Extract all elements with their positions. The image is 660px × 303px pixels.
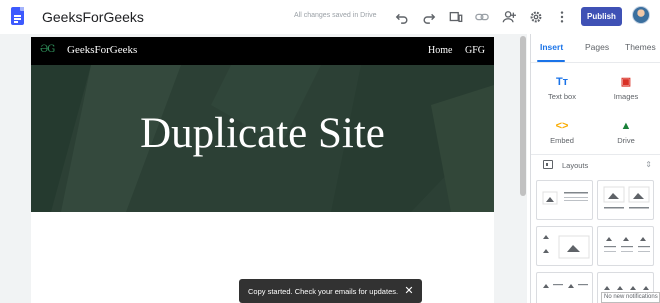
hero-banner[interactable]: Duplicate Site (31, 65, 494, 212)
link-icon[interactable] (474, 9, 490, 25)
site-logo: ƏG (40, 44, 55, 55)
site-title[interactable]: GeeksForGeeks (67, 44, 137, 56)
site-preview[interactable]: ƏG GeeksForGeeks Home GFG Duplicate Site (31, 37, 494, 303)
layout-thumbnail (543, 235, 590, 259)
close-icon[interactable]: ✕ (403, 285, 415, 297)
site-name[interactable]: GeeksForGeeks (42, 9, 144, 25)
share-icon[interactable] (501, 9, 517, 25)
top-bar: GeeksForGeeks All changes saved in Drive… (0, 0, 660, 34)
hero-title[interactable]: Duplicate Site (31, 109, 494, 158)
layout-option-2[interactable] (597, 180, 654, 220)
unfold-icon[interactable]: ⇕ (645, 160, 652, 169)
avatar[interactable] (632, 6, 650, 24)
tab-themes[interactable]: Themes (625, 42, 656, 52)
layouts-header[interactable]: Layouts ⇕ (531, 154, 660, 176)
layouts-label: Layouts (562, 161, 589, 170)
drive-icon: ▲ (620, 120, 632, 132)
canvas-scrollbar-thumb[interactable] (520, 36, 526, 196)
nav-link-home[interactable]: Home (428, 45, 452, 56)
layout-thumbnail (604, 237, 650, 252)
embed-icon: <> (555, 120, 569, 132)
layouts-icon (543, 160, 553, 169)
undo-icon[interactable] (394, 9, 410, 25)
text-box-icon: Tт (555, 76, 569, 88)
tab-pages[interactable]: Pages (585, 42, 609, 52)
nav-link-gfg[interactable]: GFG (465, 45, 485, 56)
insert-embed[interactable]: <> Embed (532, 120, 592, 145)
side-panel: Insert Pages Themes Tт Text box ▣ Images… (530, 34, 660, 303)
layout-option-1[interactable] (536, 180, 593, 220)
preview-icon[interactable] (448, 9, 464, 25)
insert-images[interactable]: ▣ Images (596, 76, 656, 101)
image-icon: ▣ (620, 76, 632, 88)
google-sites-editor: GeeksForGeeks All changes saved in Drive… (0, 0, 660, 303)
layout-thumbnail (542, 191, 588, 205)
insert-images-label: Images (613, 92, 639, 101)
tabs-divider (531, 62, 660, 63)
site-header: ƏG GeeksForGeeks Home GFG (31, 37, 494, 65)
layout-thumbnail (603, 186, 650, 209)
layout-thumbnail (543, 284, 588, 288)
layout-option-4[interactable] (597, 226, 654, 266)
insert-drive-label: Drive (617, 136, 635, 145)
tab-insert[interactable]: Insert (540, 42, 563, 52)
settings-icon[interactable] (528, 9, 544, 25)
snackbar: Copy started. Check your emails for upda… (239, 279, 422, 303)
insert-text-box[interactable]: Tт Text box (532, 76, 592, 101)
insert-embed-label: Embed (550, 136, 574, 145)
insert-text-box-label: Text box (548, 92, 576, 101)
layout-option-3[interactable] (536, 226, 593, 266)
insert-drive[interactable]: ▲ Drive (596, 120, 656, 145)
layout-option-5[interactable] (536, 272, 593, 303)
snackbar-message: Copy started. Check your emails for upda… (248, 286, 399, 296)
google-sites-icon[interactable] (11, 7, 24, 25)
save-status: All changes saved in Drive (294, 12, 377, 19)
more-vert-icon[interactable] (554, 9, 570, 25)
publish-button[interactable]: Publish (581, 7, 622, 26)
notification-tooltip: No new notifications (601, 292, 660, 303)
redo-icon[interactable] (421, 9, 437, 25)
editor-canvas[interactable]: ƏG GeeksForGeeks Home GFG Duplicate Site (0, 34, 527, 303)
